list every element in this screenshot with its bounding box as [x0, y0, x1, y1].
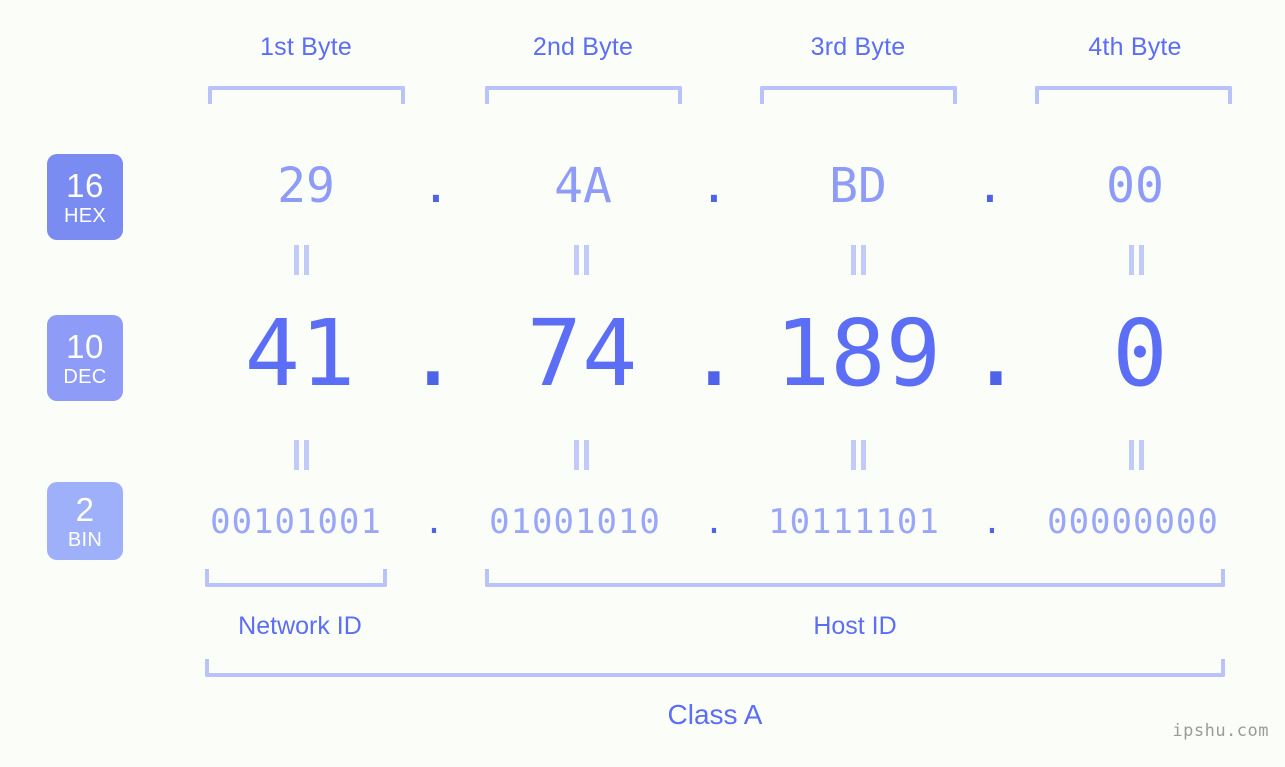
dec-byte-2: 74: [526, 300, 638, 407]
byte-header-2: 2nd Byte: [532, 33, 634, 61]
class-bracket: [205, 659, 1225, 677]
bin-separator-2: .: [703, 502, 725, 542]
equals-icon-dec-bin-3: [847, 440, 869, 470]
equals-icon-hex-dec-1: [290, 245, 312, 275]
bin-separator-1: .: [423, 502, 445, 542]
dec-byte-4: 0: [1112, 300, 1168, 407]
byte-bracket-1: [208, 86, 405, 104]
badge-bin: 2 BIN: [47, 482, 123, 560]
byte-header-4: 4th Byte: [1088, 33, 1182, 61]
equals-icon-hex-dec-3: [847, 245, 869, 275]
badge-hex-number: 16: [66, 166, 104, 204]
hex-byte-3: BD: [829, 158, 887, 214]
badge-bin-name: BIN: [67, 528, 103, 551]
hex-byte-1: 29: [277, 158, 335, 214]
badge-bin-number: 2: [75, 490, 95, 528]
host-id-bracket: [485, 569, 1225, 587]
host-id-label: Host ID: [813, 612, 897, 640]
bin-byte-2: 01001010: [489, 502, 661, 542]
ip-breakdown-diagram: 1st Byte 2nd Byte 3rd Byte 4th Byte 16 H…: [0, 0, 1285, 767]
equals-icon-hex-dec-4: [1125, 245, 1147, 275]
equals-icon-dec-bin-1: [290, 440, 312, 470]
byte-bracket-2: [485, 86, 682, 104]
hex-byte-2: 4A: [554, 158, 612, 214]
badge-hex: 16 HEX: [47, 154, 123, 240]
equals-icon-dec-bin-4: [1125, 440, 1147, 470]
bin-byte-1: 00101001: [210, 502, 382, 542]
badge-hex-name: HEX: [63, 204, 107, 227]
byte-bracket-4: [1035, 86, 1232, 104]
network-id-label: Network ID: [238, 612, 362, 640]
badge-dec: 10 DEC: [47, 315, 123, 401]
bin-byte-3: 10111101: [768, 502, 940, 542]
network-id-bracket: [205, 569, 387, 587]
hex-byte-4: 00: [1106, 158, 1164, 214]
bin-separator-3: .: [981, 502, 1003, 542]
bin-byte-4: 00000000: [1047, 502, 1219, 542]
equals-icon-dec-bin-2: [570, 440, 592, 470]
class-label: Class A: [667, 699, 763, 730]
dec-byte-1: 41: [244, 300, 356, 407]
badge-dec-number: 10: [66, 327, 104, 365]
byte-header-3: 3rd Byte: [810, 33, 906, 61]
badge-dec-name: DEC: [63, 365, 107, 388]
byte-header-1: 1st Byte: [260, 33, 352, 61]
equals-icon-hex-dec-2: [570, 245, 592, 275]
byte-bracket-3: [760, 86, 957, 104]
dec-byte-3: 189: [774, 300, 942, 407]
site-watermark: ipshu.com: [1172, 721, 1269, 741]
